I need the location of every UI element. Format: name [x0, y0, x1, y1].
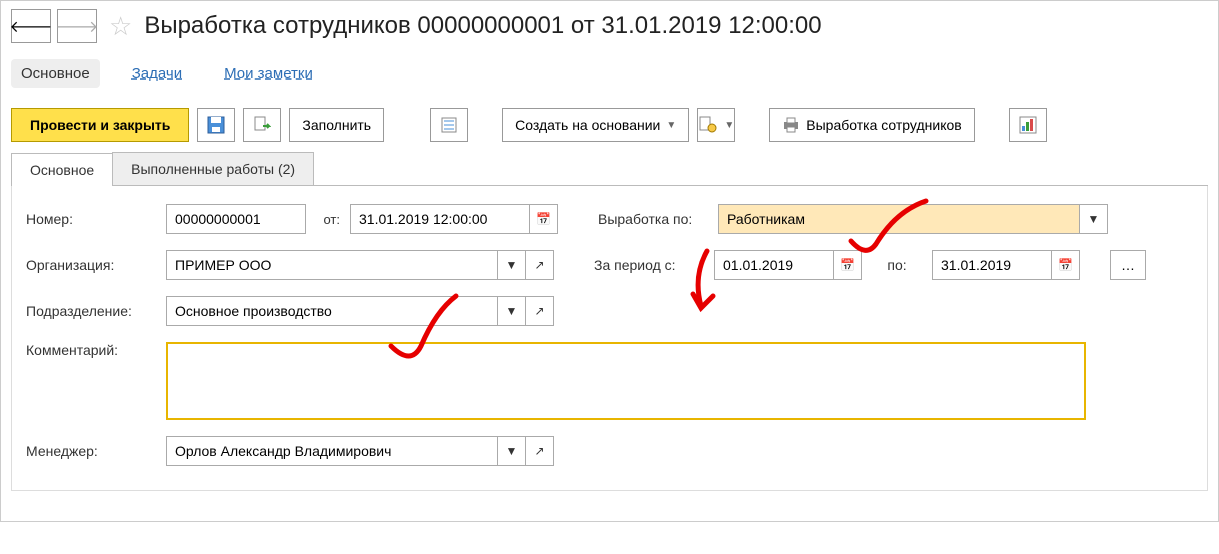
calendar-icon[interactable]: 📅	[530, 204, 558, 234]
number-input[interactable]	[166, 204, 306, 234]
chevron-down-icon[interactable]: ▼	[498, 436, 526, 466]
section-notes[interactable]: Мои заметки	[214, 59, 323, 88]
post-and-close-button[interactable]: Провести и закрыть	[11, 108, 189, 142]
chevron-down-icon[interactable]: ▼	[498, 250, 526, 280]
structure-button[interactable]	[430, 108, 468, 142]
comment-label: Комментарий:	[26, 342, 156, 358]
save-icon	[207, 116, 225, 134]
open-icon[interactable]: ↗	[526, 296, 554, 326]
arrow-right-icon: 🡒	[56, 16, 99, 37]
form-panel: Номер: от: 📅 Выработка по: ▼ Организация…	[11, 186, 1208, 491]
by-select[interactable]	[718, 204, 1080, 234]
chevron-down-icon[interactable]: ▼	[498, 296, 526, 326]
page-title: Выработка сотрудников 00000000001 от 31.…	[144, 12, 821, 40]
forward-button[interactable]: 🡒	[57, 9, 97, 43]
by-label: Выработка по:	[598, 211, 708, 227]
chevron-down-icon: ▼	[666, 120, 676, 131]
print-report-button[interactable]: Выработка сотрудников	[769, 108, 974, 142]
chevron-down-icon: ▼	[724, 120, 734, 131]
org-input[interactable]	[166, 250, 498, 280]
manager-input[interactable]	[166, 436, 498, 466]
section-nav: Основное Задачи Мои заметки	[11, 59, 1208, 88]
back-button[interactable]: 🡐	[11, 9, 51, 43]
calendar-icon[interactable]: 📅	[834, 250, 862, 280]
printer-icon	[782, 117, 800, 133]
period-to-input[interactable]	[932, 250, 1052, 280]
tab-works[interactable]: Выполненные работы (2)	[112, 152, 314, 185]
section-tasks[interactable]: Задачи	[122, 59, 192, 88]
document-gear-icon	[698, 116, 718, 134]
manager-label: Менеджер:	[26, 443, 156, 459]
number-label: Номер:	[26, 211, 156, 227]
open-icon[interactable]: ↗	[526, 250, 554, 280]
section-main[interactable]: Основное	[11, 59, 100, 88]
document-arrow-icon	[253, 116, 271, 134]
create-based-button[interactable]: Создать на основании ▼	[502, 108, 689, 142]
chevron-down-icon[interactable]: ▼	[1080, 204, 1108, 234]
dept-input[interactable]	[166, 296, 498, 326]
favorite-star-icon[interactable]: ☆	[109, 11, 132, 42]
period-from-label: За период с:	[594, 257, 704, 273]
date-input[interactable]	[350, 204, 530, 234]
fill-button[interactable]: Заполнить	[289, 108, 384, 142]
open-icon[interactable]: ↗	[526, 436, 554, 466]
arrow-left-icon: 🡐	[10, 16, 53, 37]
date-prefix-label: от:	[316, 212, 340, 227]
dept-label: Подразделение:	[26, 303, 156, 319]
list-icon	[440, 116, 458, 134]
form-tabs: Основное Выполненные работы (2)	[11, 152, 1208, 186]
org-label: Организация:	[26, 257, 156, 273]
toolbar: Провести и закрыть Заполнить Создать на …	[11, 108, 1208, 142]
tab-main[interactable]: Основное	[11, 153, 113, 186]
post-button[interactable]	[243, 108, 281, 142]
chart-icon	[1019, 116, 1037, 134]
calendar-icon[interactable]: 📅	[1052, 250, 1080, 280]
related-button[interactable]: ▼	[697, 108, 735, 142]
save-button[interactable]	[197, 108, 235, 142]
period-from-input[interactable]	[714, 250, 834, 280]
period-select-button[interactable]: …	[1110, 250, 1146, 280]
reports-button[interactable]	[1009, 108, 1047, 142]
period-to-label: по:	[872, 257, 922, 273]
comment-textarea[interactable]	[166, 342, 1086, 420]
